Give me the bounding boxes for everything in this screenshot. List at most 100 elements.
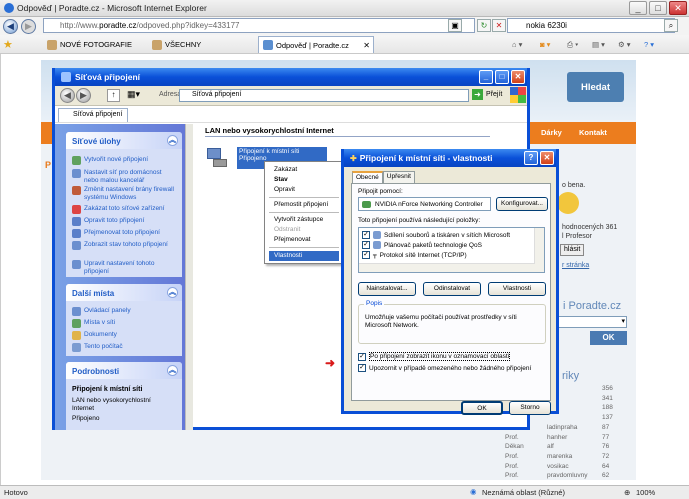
favorite-item[interactable]: NOVÉ FOTOGRAFIE (47, 38, 132, 51)
net-tab[interactable]: Síťová připojení (58, 108, 128, 122)
refresh-icon[interactable]: ↻ (477, 19, 491, 32)
close-button[interactable]: ✕ (511, 70, 525, 84)
views-icon[interactable]: ▦▾ (127, 89, 140, 100)
checkbox[interactable]: ✓ (358, 352, 366, 361)
address-label: Adresa (159, 91, 182, 98)
tab-advanced[interactable]: Upřesnit (382, 171, 415, 183)
rank-name[interactable]: marenka (547, 453, 572, 460)
network-tasks-header[interactable]: Síťové úlohy ︽ (66, 132, 182, 149)
list-horizontal-scrollbar[interactable] (359, 263, 535, 272)
context-item-status[interactable]: Stav (269, 175, 339, 185)
search-field[interactable]: nokia 6230i (507, 18, 675, 33)
context-item-rename[interactable]: Přejmenovat (269, 235, 339, 245)
site-select[interactable]: ▾ (549, 316, 627, 328)
go-label[interactable]: Přejít (486, 91, 502, 98)
rank-name[interactable]: pravdomluvny (547, 472, 587, 479)
task-item[interactable]: Upravit nastavení tohoto připojení (72, 260, 176, 276)
rank-name[interactable]: ladinpraha (547, 424, 577, 431)
context-item-bridge[interactable]: Přemostit připojení (269, 200, 339, 210)
maximize-button[interactable]: □ (649, 1, 667, 15)
home-icon[interactable]: ⌂ ▾ (512, 38, 522, 51)
checkbox[interactable]: ✓ (358, 364, 366, 372)
rank-name[interactable]: alf (547, 443, 554, 450)
nav-item[interactable]: Kontakt (579, 128, 607, 137)
up-folder-icon[interactable]: ↑ (107, 89, 120, 102)
components-list[interactable]: ✓ Sdílení souborů a tiskáren v sítích Mic… (358, 227, 545, 273)
properties-button[interactable]: Vlastnosti (488, 282, 546, 296)
checkbox[interactable]: ✓ (362, 251, 370, 259)
favorites-star-icon[interactable]: ★ (3, 38, 13, 51)
checkbox[interactable]: ✓ (362, 241, 370, 249)
component-item[interactable]: ✓ Plánovač paketů technologie QoS (362, 241, 482, 249)
stop-icon[interactable]: ✕ (492, 19, 506, 32)
back-icon[interactable]: ◀ (60, 88, 75, 103)
site-search-button[interactable]: Hledat (567, 72, 624, 102)
task-item[interactable]: Vytvořit nové připojení (72, 156, 176, 165)
other-places-header[interactable]: Další místa ︽ (66, 284, 182, 301)
task-icon (72, 217, 81, 226)
details-header[interactable]: Podrobnosti ︽ (66, 362, 182, 379)
collapse-icon[interactable]: ︽ (167, 287, 178, 298)
rank-name[interactable]: vosikac (547, 463, 569, 470)
side-link[interactable]: r stránka (562, 262, 589, 269)
help-icon[interactable]: ? ▾ (644, 38, 654, 51)
other-place-item[interactable]: Ovládací panely (72, 307, 131, 316)
component-item[interactable]: ✓ Sdílení souborů a tiskáren v sítích Mic… (362, 231, 510, 239)
show-icon-option[interactable]: ✓ Po připojení zobrazit ikonu v oznamovac… (358, 352, 511, 361)
rank-name[interactable]: hanher (547, 434, 567, 441)
other-place-item[interactable]: Tento počítač (72, 343, 123, 352)
help-button[interactable]: ? (524, 151, 538, 165)
forward-icon[interactable]: ▶ (76, 88, 91, 103)
print-icon[interactable]: ⎙ ▾ (567, 38, 578, 51)
collapse-icon[interactable]: ︽ (167, 365, 178, 376)
go-icon[interactable]: ➜ (472, 89, 483, 100)
task-item[interactable]: Změnit nastavení brány firewall systému … (72, 186, 176, 202)
nav-item[interactable]: Dárky (541, 128, 562, 137)
context-item-disable[interactable]: Zakázat (269, 165, 339, 175)
address-field[interactable]: Síťová připojení (179, 89, 469, 102)
tools-icon[interactable]: ⚙ ▾ (618, 38, 631, 51)
tab-close-icon[interactable]: ✕ (363, 41, 370, 50)
notify-option[interactable]: ✓ Upozornit v případě omezeného nebo žádn… (358, 364, 531, 372)
site-ok-button[interactable]: OK (590, 331, 627, 345)
task-item[interactable]: Zakázat toto síťové zařízení (72, 205, 176, 214)
ok-button[interactable]: OK (461, 401, 503, 415)
task-item[interactable]: Přejmenovat toto připojení (72, 229, 176, 238)
checkbox[interactable]: ✓ (362, 231, 370, 239)
lan-connection-icon[interactable] (205, 146, 229, 168)
list-vertical-scrollbar[interactable] (534, 228, 544, 272)
other-place-item[interactable]: Místa v síti (72, 319, 115, 328)
close-button[interactable]: ✕ (540, 151, 554, 165)
minimize-button[interactable]: _ (479, 70, 493, 84)
uninstall-button[interactable]: Odinstalovat (423, 282, 481, 296)
search-icon[interactable]: ⌕ (664, 19, 678, 32)
close-button[interactable]: ✕ (669, 1, 687, 15)
zoom-icon[interactable]: ⊕ (624, 488, 630, 497)
context-item-shortcut[interactable]: Vytvořit zástupce (269, 215, 339, 225)
report-button[interactable]: hlásit (560, 244, 585, 256)
task-item[interactable]: Opravit toto připojení (72, 217, 176, 226)
favorite-item[interactable]: VŠECHNY (152, 38, 201, 51)
task-item[interactable]: Zobrazit stav tohoto připojení (72, 241, 176, 250)
page-menu-icon[interactable]: ▤ ▾ (592, 38, 605, 51)
context-item-properties[interactable]: Vlastnosti (269, 251, 339, 261)
context-item-repair[interactable]: Opravit (269, 185, 339, 195)
cancel-button[interactable]: Storno (509, 401, 551, 415)
task-pane-scrollbar[interactable] (185, 124, 193, 430)
configure-button[interactable]: Konfigurovat... (496, 197, 548, 211)
zoom-text[interactable]: 100% (636, 488, 655, 497)
browser-tab[interactable]: Odpověď | Poradte.cz ✕ (258, 36, 374, 53)
collapse-icon[interactable]: ︽ (167, 135, 178, 146)
feeds-icon[interactable]: ◙ ▾ (540, 38, 550, 51)
task-item[interactable]: Nastavit síť pro domácnost nebo malou ka… (72, 169, 176, 185)
compat-icon[interactable]: ▣ (448, 19, 462, 32)
url-field[interactable]: http://www. poradte.cz/odpoved.php?idkey=… (43, 18, 475, 33)
component-item[interactable]: ✓ ┳ Protokol sítě Internet (TCP/IP) (362, 251, 467, 259)
install-button[interactable]: Nainstalovat... (358, 282, 416, 296)
tab-general[interactable]: Obecné (352, 171, 383, 183)
minimize-button[interactable]: _ (629, 1, 647, 15)
back-icon[interactable]: ◀ (3, 18, 18, 34)
maximize-button[interactable]: □ (495, 70, 509, 84)
forward-icon[interactable]: ▶ (21, 18, 36, 34)
other-place-item[interactable]: Dokumenty (72, 331, 117, 340)
